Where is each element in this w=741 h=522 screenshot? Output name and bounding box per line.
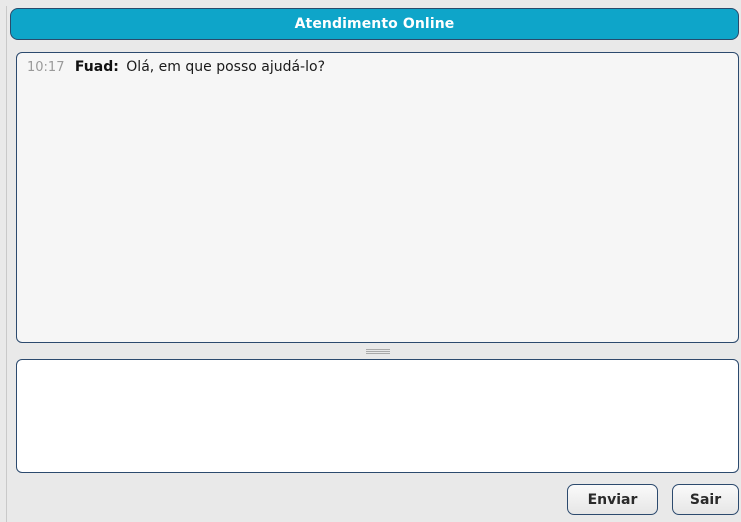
- send-button[interactable]: Enviar: [567, 484, 658, 515]
- exit-button[interactable]: Sair: [672, 484, 739, 515]
- message-timestamp: 10:17: [27, 60, 65, 75]
- title-bar: Atendimento Online: [10, 8, 739, 40]
- window-title: Atendimento Online: [294, 16, 455, 32]
- message-author: Fuad:: [74, 59, 119, 75]
- chat-message: 10:17 Fuad: Olá, em que posso ajudá-lo?: [27, 59, 728, 76]
- chat-log[interactable]: 10:17 Fuad: Olá, em que posso ajudá-lo?: [16, 52, 739, 343]
- pane-splitter[interactable]: [16, 343, 739, 359]
- message-text: Olá, em que posso ajudá-lo?: [126, 59, 325, 75]
- splitter-grip-icon[interactable]: [365, 348, 390, 354]
- message-input[interactable]: [16, 359, 739, 473]
